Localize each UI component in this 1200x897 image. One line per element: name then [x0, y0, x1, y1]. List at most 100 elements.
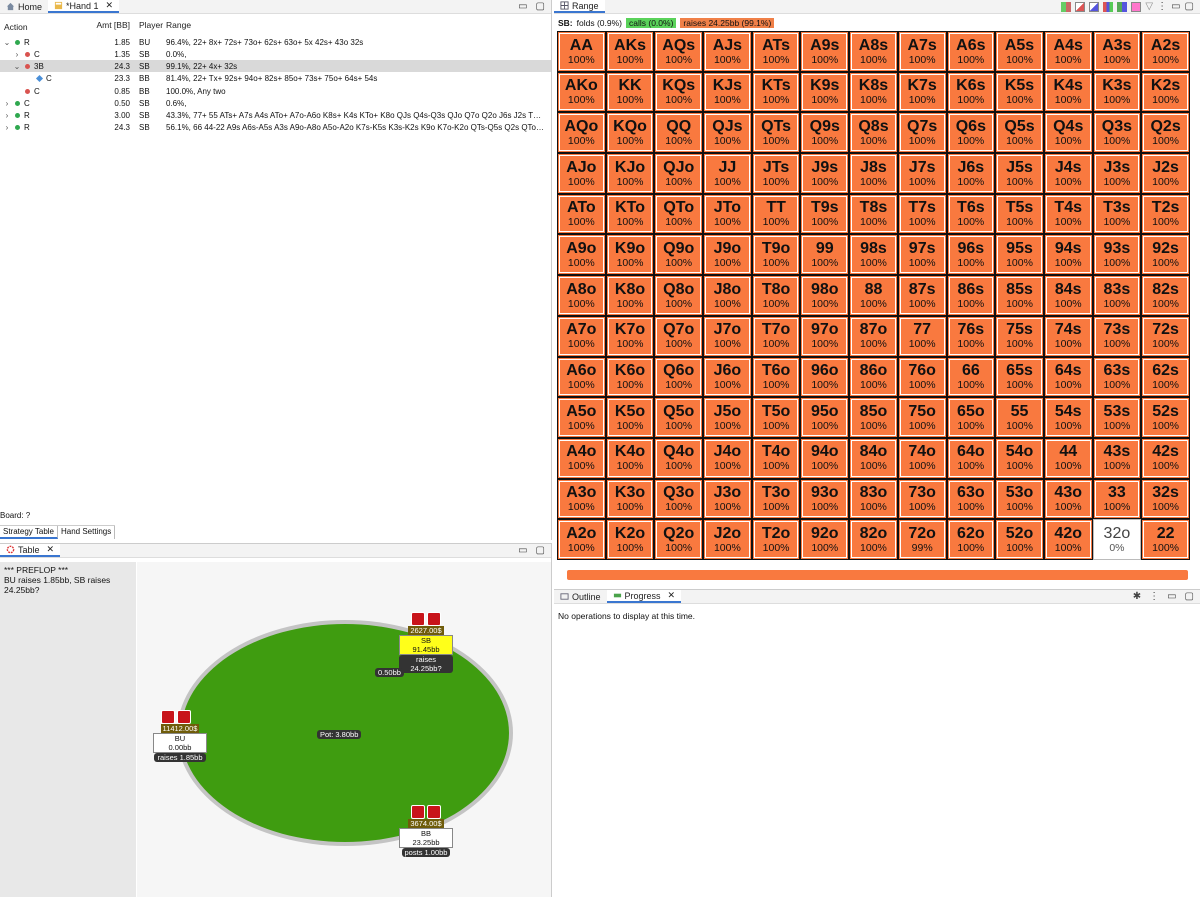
range-cell[interactable]: 96o 100%: [800, 356, 850, 398]
tab-outline[interactable]: Outline: [554, 590, 607, 603]
range-cell[interactable]: 64s 100%: [1043, 356, 1093, 398]
range-cell[interactable]: 84s 100%: [1043, 275, 1093, 316]
range-cell[interactable]: K5s 100%: [995, 71, 1044, 113]
range-cell[interactable]: A3o 100%: [557, 478, 606, 520]
range-cell[interactable]: T3s 100%: [1092, 193, 1142, 235]
range-cell[interactable]: Q4s 100%: [1043, 112, 1093, 154]
range-cell[interactable]: K7s 100%: [897, 71, 947, 113]
tab-table[interactable]: Table ✕: [0, 544, 61, 557]
color-mode-icon[interactable]: [1117, 1, 1128, 12]
range-cell[interactable]: 53o 100%: [995, 478, 1044, 520]
range-cell[interactable]: J5o 100%: [703, 397, 752, 438]
tab-strategy-table[interactable]: Strategy Table: [0, 526, 58, 539]
range-cell[interactable]: J9s 100%: [800, 153, 850, 194]
range-cell[interactable]: 52s 100%: [1141, 397, 1190, 438]
range-cell[interactable]: 93s 100%: [1092, 234, 1142, 276]
range-cell[interactable]: Q6o 100%: [654, 356, 704, 398]
range-cell[interactable]: 88 100%: [849, 275, 898, 316]
filter-icon[interactable]: ▽: [1145, 1, 1153, 12]
range-cell[interactable]: 75o 100%: [897, 397, 947, 438]
minimize-icon[interactable]: ▭: [518, 545, 527, 556]
seat-bb[interactable]: 3674.00$ BB 23.25bb posts 1.00bb: [399, 805, 453, 857]
range-cell[interactable]: 86o 100%: [849, 356, 898, 398]
range-cell[interactable]: 94o 100%: [800, 437, 850, 479]
color-mode-icon[interactable]: [1103, 1, 1114, 12]
view-menu-icon[interactable]: ⋮: [1157, 1, 1167, 12]
view-mode-icon[interactable]: [1075, 1, 1086, 12]
range-cell[interactable]: KTo 100%: [605, 193, 655, 235]
range-cell[interactable]: J7o 100%: [703, 315, 752, 357]
range-cell[interactable]: 93o 100%: [800, 478, 850, 520]
close-tab-icon[interactable]: ✕: [106, 0, 114, 11]
range-cell[interactable]: Q3o 100%: [654, 478, 704, 520]
range-cell[interactable]: K3s 100%: [1092, 71, 1142, 113]
range-cell[interactable]: A6o 100%: [557, 356, 606, 398]
range-cell[interactable]: 72o 99%: [897, 519, 947, 560]
range-cell[interactable]: A5o 100%: [557, 397, 606, 438]
minimize-icon[interactable]: ▭: [1171, 1, 1180, 12]
range-cell[interactable]: K6s 100%: [946, 71, 996, 113]
range-cell[interactable]: 65s 100%: [995, 356, 1044, 398]
range-cell[interactable]: 54s 100%: [1043, 397, 1093, 438]
tab-progress[interactable]: Progress ✕: [606, 590, 682, 603]
range-cell[interactable]: A7o 100%: [557, 315, 606, 357]
range-cell[interactable]: 82s 100%: [1141, 275, 1190, 316]
range-cell[interactable]: A9o 100%: [557, 234, 606, 276]
range-cell[interactable]: T4s 100%: [1043, 193, 1093, 235]
range-cell[interactable]: T3o 100%: [751, 478, 801, 520]
range-cell[interactable]: 96s 100%: [946, 234, 996, 276]
range-cell[interactable]: KK 100%: [605, 71, 655, 113]
range-cell[interactable]: K3o 100%: [605, 478, 655, 520]
range-cell[interactable]: 63o 100%: [946, 478, 996, 520]
range-cell[interactable]: J8o 100%: [703, 275, 752, 316]
range-cell[interactable]: KTs 100%: [751, 71, 801, 113]
range-cell[interactable]: A9s 100%: [800, 31, 850, 72]
range-cell[interactable]: AA 100%: [557, 31, 606, 72]
range-cell[interactable]: 73s 100%: [1092, 315, 1142, 357]
color-mode-icon[interactable]: [1131, 1, 1142, 12]
range-cell[interactable]: A8s 100%: [849, 31, 898, 72]
range-cell[interactable]: A4s 100%: [1043, 31, 1093, 72]
view-mode-icon[interactable]: [1089, 1, 1100, 12]
range-cell[interactable]: T4o 100%: [751, 437, 801, 479]
range-cell[interactable]: KQs 100%: [654, 71, 704, 113]
tree-row[interactable]: › C 0.50 SB 0.6%,: [0, 97, 551, 109]
range-cell[interactable]: QTs 100%: [751, 112, 801, 154]
range-cell[interactable]: 95s 100%: [995, 234, 1044, 276]
range-cell[interactable]: 97s 100%: [897, 234, 947, 276]
range-cell[interactable]: 76s 100%: [946, 315, 996, 357]
range-cell[interactable]: AKs 100%: [605, 31, 655, 72]
range-cell[interactable]: 42o 100%: [1043, 519, 1093, 560]
range-cell[interactable]: 62o 100%: [946, 519, 996, 560]
tree-row[interactable]: ⌄ 3B 24.3 SB 99.1%, 22+ 4x+ 32s: [0, 60, 551, 72]
range-cell[interactable]: 92o 100%: [800, 519, 850, 560]
expand-twisty-icon[interactable]: ›: [3, 111, 11, 120]
range-cell[interactable]: J7s 100%: [897, 153, 947, 194]
maximize-icon[interactable]: ▢: [536, 545, 545, 556]
range-cell[interactable]: 43s 100%: [1092, 437, 1142, 479]
range-cell[interactable]: 52o 100%: [995, 519, 1044, 560]
range-cell[interactable]: QJo 100%: [654, 153, 704, 194]
maximize-icon[interactable]: ▢: [536, 1, 545, 12]
range-cell[interactable]: Q6s 100%: [946, 112, 996, 154]
tree-row[interactable]: ⌄ R 1.85 BU 96.4%, 22+ 8x+ 72s+ 73o+ 62s+ 63…: [0, 36, 551, 48]
tab-hand-1[interactable]: *Hand 1 ✕: [48, 0, 120, 13]
range-cell[interactable]: QTo 100%: [654, 193, 704, 235]
range-cell[interactable]: T9s 100%: [800, 193, 850, 235]
range-cell[interactable]: T2o 100%: [751, 519, 801, 560]
view-mode-icon[interactable]: [1061, 1, 1072, 12]
range-cell[interactable]: 98o 100%: [800, 275, 850, 316]
range-cell[interactable]: 22 100%: [1141, 519, 1190, 560]
range-cell[interactable]: T5o 100%: [751, 397, 801, 438]
range-cell[interactable]: Q4o 100%: [654, 437, 704, 479]
range-cell[interactable]: K6o 100%: [605, 356, 655, 398]
range-cell[interactable]: 65o 100%: [946, 397, 996, 438]
expand-twisty-icon[interactable]: ›: [3, 99, 11, 108]
range-cell[interactable]: Q2s 100%: [1141, 112, 1190, 154]
range-cell[interactable]: A8o 100%: [557, 275, 606, 316]
range-cell[interactable]: T5s 100%: [995, 193, 1044, 235]
range-cell[interactable]: 53s 100%: [1092, 397, 1142, 438]
close-tab-icon[interactable]: ✕: [668, 590, 676, 601]
seat-bu[interactable]: 11412.00$ BU 0.00bb raises 1.85bb: [153, 710, 207, 762]
range-cell[interactable]: K9s 100%: [800, 71, 850, 113]
